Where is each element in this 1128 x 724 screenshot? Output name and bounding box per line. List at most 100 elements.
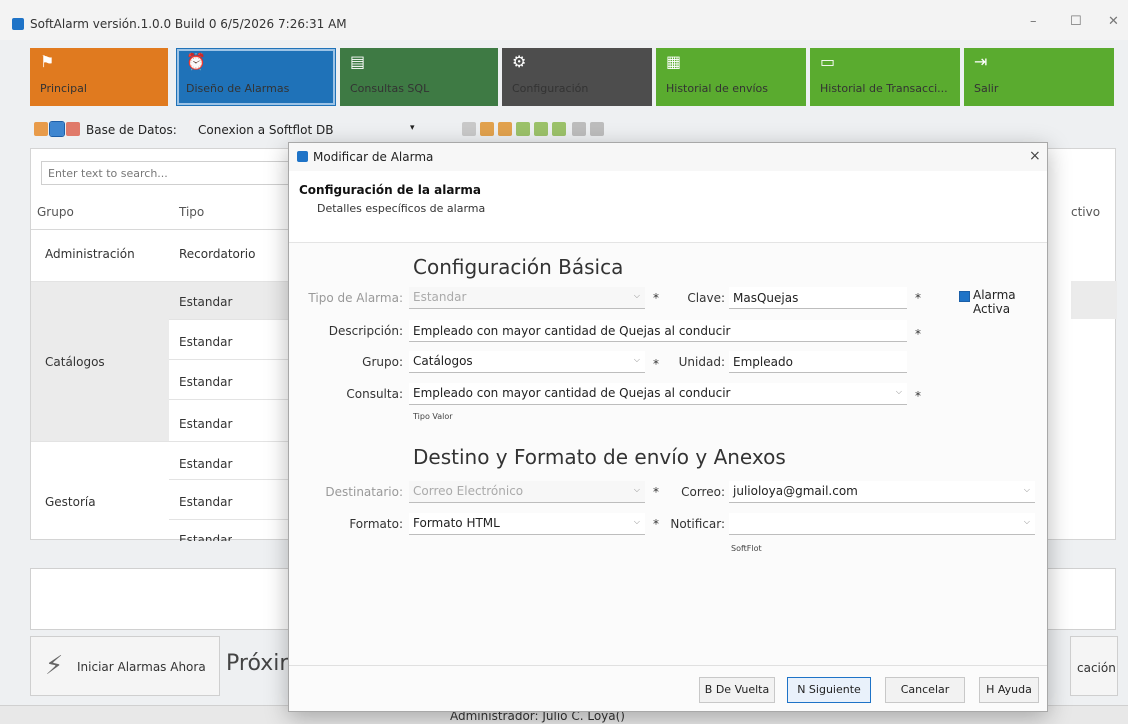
ribbon-label: Principal bbox=[40, 82, 87, 95]
database-label: Base de Datos: bbox=[86, 123, 177, 137]
next-button[interactable]: N Siguiente bbox=[787, 677, 871, 703]
lightning-icon: ⚡ bbox=[45, 651, 64, 681]
consulta-label: Consulta: bbox=[346, 387, 403, 401]
start-alarms-label: Iniciar Alarmas Ahora bbox=[77, 660, 206, 674]
header-subtitle: Detalles específicos de alarma bbox=[317, 202, 486, 215]
correo-value: julioloya@gmail.com bbox=[733, 484, 858, 498]
table-row[interactable]: Estandar bbox=[179, 295, 232, 309]
group-catalogos[interactable]: Catálogos bbox=[45, 355, 105, 369]
grupo-select[interactable]: Catálogos ⌵ bbox=[409, 351, 645, 373]
formato-label: Formato: bbox=[349, 517, 403, 531]
row-divider bbox=[169, 399, 289, 400]
required-marker: * bbox=[653, 485, 659, 499]
print-icon[interactable] bbox=[590, 122, 604, 136]
row-divider bbox=[169, 319, 289, 320]
ribbon-diseno-alarmas[interactable]: ⏰ Diseño de Alarmas bbox=[176, 48, 336, 106]
softflot-hint: SoftFlot bbox=[731, 544, 762, 553]
flag-icon: ⚑ bbox=[40, 52, 55, 71]
copy-icon[interactable] bbox=[516, 122, 530, 136]
correo-select[interactable]: julioloya@gmail.com ⌵ bbox=[729, 481, 1035, 503]
minimize-button[interactable]: – bbox=[1030, 14, 1037, 29]
back-button[interactable]: B De Vuelta bbox=[699, 677, 775, 703]
notification-button[interactable]: cación bbox=[1070, 636, 1118, 696]
descripcion-input[interactable] bbox=[409, 320, 907, 342]
copy-alt-icon[interactable] bbox=[534, 122, 548, 136]
calendar-icon: ▦ bbox=[666, 52, 682, 71]
alarm-clock-icon: ⏰ bbox=[186, 52, 206, 71]
chevron-down-icon: ⌵ bbox=[895, 387, 902, 396]
paste-icon[interactable] bbox=[552, 122, 566, 136]
refresh-icon[interactable] bbox=[34, 122, 48, 136]
tipo-alarma-label: Tipo de Alarma: bbox=[308, 291, 403, 305]
exit-icon: ⇥ bbox=[974, 52, 988, 71]
table-row[interactable]: Recordatorio bbox=[179, 247, 255, 261]
grid-search-input[interactable]: Enter text to search... bbox=[41, 161, 291, 185]
cancel-button[interactable]: Cancelar bbox=[885, 677, 965, 703]
dialog-title: Modificar de Alarma bbox=[313, 150, 434, 164]
ribbon-salir[interactable]: ⇥ Salir bbox=[964, 48, 1114, 106]
row-divider bbox=[31, 281, 289, 282]
table-row[interactable]: Estandar bbox=[179, 533, 232, 541]
alarma-activa-checkbox[interactable] bbox=[959, 291, 970, 302]
formato-select[interactable]: Formato HTML ⌵ bbox=[409, 513, 645, 535]
group-gestoria[interactable]: Gestoría bbox=[45, 495, 96, 509]
export-icon[interactable] bbox=[462, 122, 476, 136]
header-title: Configuración de la alarma bbox=[299, 183, 481, 197]
group-administracion[interactable]: Administración bbox=[45, 247, 135, 261]
maximize-button[interactable]: ☐ bbox=[1070, 14, 1082, 29]
ribbon-label: Diseño de Alarmas bbox=[186, 82, 290, 95]
window-title: SoftAlarm versión.1.0.0 Build 0 6/5/2026… bbox=[30, 17, 347, 31]
row-divider bbox=[169, 359, 289, 360]
table-row[interactable]: Estandar bbox=[179, 495, 232, 509]
grupo-label: Grupo: bbox=[362, 355, 403, 369]
notificar-select[interactable]: ⌵ bbox=[729, 513, 1035, 535]
ribbon-historial-envios[interactable]: ▦ Historial de envíos bbox=[656, 48, 806, 106]
tipo-alarma-value: Estandar bbox=[413, 290, 467, 304]
column-grupo[interactable]: Grupo bbox=[37, 205, 74, 219]
formato-value: Formato HTML bbox=[413, 516, 500, 530]
clave-input[interactable] bbox=[729, 287, 907, 309]
chevron-down-icon: ⌵ bbox=[633, 517, 640, 526]
database-select[interactable]: Conexion a Softflot DB ▾ bbox=[196, 120, 456, 140]
ribbon-principal[interactable]: ⚑ Principal bbox=[30, 48, 168, 106]
unidad-input[interactable] bbox=[729, 351, 907, 373]
table-row[interactable]: Estandar bbox=[179, 375, 232, 389]
section-basic-title: Configuración Básica bbox=[413, 255, 624, 279]
window-close-button[interactable]: ✕ bbox=[1108, 14, 1119, 29]
chevron-down-icon: ▾ bbox=[410, 123, 415, 133]
destinatario-select: Correo Electrónico ⌵ bbox=[409, 481, 645, 503]
required-marker: * bbox=[915, 327, 921, 341]
chevron-down-icon: ⌵ bbox=[633, 355, 640, 364]
unidad-label: Unidad: bbox=[678, 355, 725, 369]
window-titlebar: SoftAlarm versión.1.0.0 Build 0 6/5/2026… bbox=[0, 0, 1128, 40]
column-tipo[interactable]: Tipo bbox=[179, 205, 204, 219]
required-marker: * bbox=[653, 357, 659, 371]
column-activo[interactable]: ctivo bbox=[1071, 205, 1100, 219]
table-row[interactable]: Estandar bbox=[179, 417, 232, 431]
correo-label: Correo: bbox=[681, 485, 725, 499]
required-marker: * bbox=[915, 291, 921, 305]
notificar-label: Notificar: bbox=[670, 517, 725, 531]
edit-icon[interactable] bbox=[49, 121, 65, 137]
table-row[interactable]: Estandar bbox=[179, 335, 232, 349]
selected-row-bg-right bbox=[1071, 281, 1117, 319]
chevron-down-icon: ⌵ bbox=[1023, 485, 1030, 494]
database-toolbar: Base de Datos: Conexion a Softflot DB ▾ bbox=[30, 118, 1110, 142]
database-icon: ▤ bbox=[350, 52, 366, 71]
ribbon-consultas-sql[interactable]: ▤ Consultas SQL bbox=[340, 48, 498, 106]
start-alarms-button[interactable]: ⚡ Iniciar Alarmas Ahora bbox=[30, 636, 220, 696]
gear-icon: ⚙ bbox=[512, 52, 527, 71]
table-edit-icon[interactable] bbox=[498, 122, 512, 136]
destinatario-label: Destinatario: bbox=[325, 485, 403, 499]
dialog-close-button[interactable]: × bbox=[1029, 148, 1041, 164]
ribbon-configuracion[interactable]: ⚙ Configuración bbox=[502, 48, 652, 106]
ribbon-historial-transacciones[interactable]: ▭ Historial de Transacci... bbox=[810, 48, 960, 106]
table-row[interactable]: Estandar bbox=[179, 457, 232, 471]
help-button[interactable]: H Ayuda bbox=[979, 677, 1039, 703]
preview-icon[interactable] bbox=[572, 122, 586, 136]
table-icon[interactable] bbox=[480, 122, 494, 136]
modify-alarm-dialog: Modificar de Alarma × Configuración de l… bbox=[288, 142, 1048, 712]
delete-icon[interactable] bbox=[66, 122, 80, 136]
ribbon-label: Salir bbox=[974, 82, 999, 95]
consulta-select[interactable]: Empleado con mayor cantidad de Quejas al… bbox=[409, 383, 907, 405]
